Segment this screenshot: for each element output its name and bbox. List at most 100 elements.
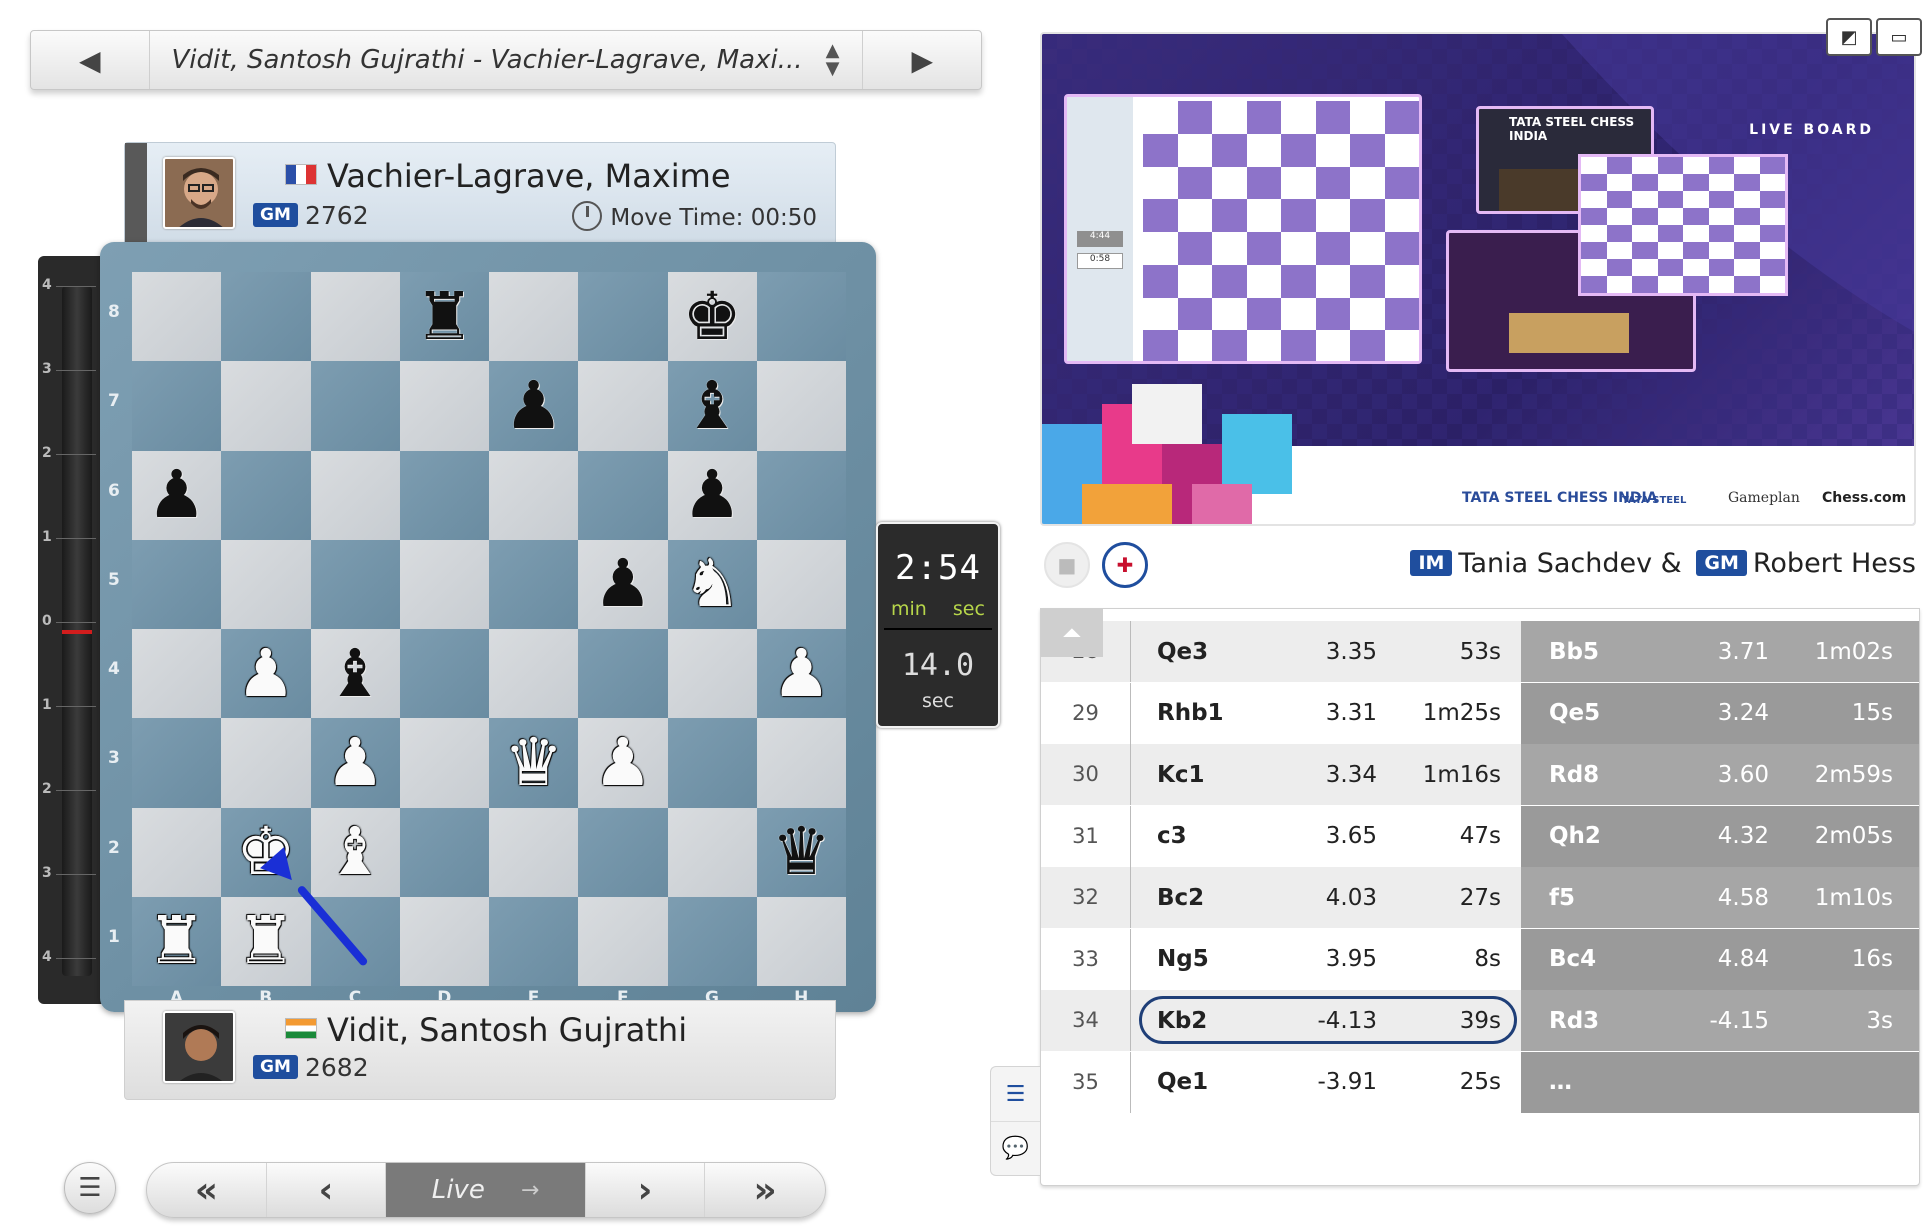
chess-board[interactable]: ♜ ♚ ♟ ♝ ♟ ♟ ♟ ♞ ♟ ♝ ♟ ♟ ♛ ♟ ♚ ♝ ♛ ♜ ♜ bbox=[132, 272, 846, 986]
square-a3[interactable] bbox=[132, 718, 222, 808]
square-c4[interactable]: ♝ bbox=[310, 629, 400, 719]
square-a1[interactable]: ♜ bbox=[132, 896, 222, 986]
next-game-button[interactable]: ▶ bbox=[863, 31, 981, 89]
square-e2[interactable] bbox=[489, 807, 579, 897]
square-b4[interactable]: ♟ bbox=[221, 629, 311, 719]
white-move-cell[interactable]: Kc1 3.34 1m16s bbox=[1131, 744, 1521, 805]
move-row[interactable]: 33 Ng5 3.95 8s Bc4 4.84 16s bbox=[1041, 928, 1919, 990]
square-c5[interactable] bbox=[310, 539, 400, 629]
square-d6[interactable] bbox=[399, 450, 489, 540]
game-title-dropdown[interactable]: Vidit, Santosh Gujrathi - Vachier-Lagrav… bbox=[148, 31, 864, 89]
first-move-button[interactable]: « bbox=[147, 1163, 267, 1217]
black-move[interactable]: f5 bbox=[1549, 885, 1669, 911]
square-g8[interactable]: ♚ bbox=[667, 272, 757, 362]
square-b6[interactable] bbox=[221, 450, 311, 540]
white-move[interactable]: Ng5 bbox=[1157, 946, 1277, 972]
black-bishop-icon[interactable]: ♝ bbox=[683, 372, 742, 439]
square-f6[interactable] bbox=[578, 450, 668, 540]
camera-icon[interactable]: ■ bbox=[1044, 542, 1090, 588]
black-move[interactable]: Qh2 bbox=[1549, 823, 1669, 849]
black-move[interactable]: Rd3 bbox=[1549, 1008, 1669, 1034]
white-pawn-icon[interactable]: ♟ bbox=[326, 729, 385, 796]
white-move[interactable]: c3 bbox=[1157, 823, 1277, 849]
black-pawn-icon[interactable]: ♟ bbox=[504, 372, 563, 439]
square-d1[interactable] bbox=[399, 896, 489, 986]
black-move-cell[interactable]: Rd8 3.60 2m59s bbox=[1521, 744, 1919, 805]
square-b3[interactable] bbox=[221, 718, 311, 808]
black-move-cell[interactable]: … bbox=[1521, 1051, 1919, 1113]
square-b1[interactable]: ♜ bbox=[221, 896, 311, 986]
black-move[interactable]: Qe5 bbox=[1549, 700, 1669, 726]
square-h5[interactable] bbox=[756, 539, 846, 629]
square-c3[interactable]: ♟ bbox=[310, 718, 400, 808]
black-move[interactable]: … bbox=[1549, 1069, 1669, 1095]
white-move-cell[interactable]: Qe1 -3.91 25s bbox=[1131, 1052, 1521, 1113]
chat-tab[interactable]: 💬 bbox=[991, 1121, 1040, 1175]
white-king-icon[interactable]: ♚ bbox=[236, 819, 295, 885]
square-b7[interactable] bbox=[221, 361, 311, 451]
menu-button[interactable]: ☰ bbox=[64, 1162, 116, 1214]
square-g1[interactable] bbox=[667, 896, 757, 986]
square-d2[interactable] bbox=[399, 807, 489, 897]
black-rook-icon[interactable]: ♜ bbox=[415, 283, 474, 350]
square-d8[interactable]: ♜ bbox=[399, 272, 489, 362]
square-a5[interactable] bbox=[132, 539, 222, 629]
square-g2[interactable] bbox=[667, 807, 757, 897]
square-h2[interactable]: ♛ bbox=[756, 807, 846, 897]
square-c7[interactable] bbox=[310, 361, 400, 451]
square-g4[interactable] bbox=[667, 629, 757, 719]
square-b2[interactable]: ♚ bbox=[221, 807, 311, 897]
square-e8[interactable] bbox=[489, 272, 579, 362]
square-h6[interactable] bbox=[756, 450, 846, 540]
last-move-button[interactable]: » bbox=[705, 1163, 825, 1217]
square-d5[interactable] bbox=[399, 539, 489, 629]
square-h8[interactable] bbox=[756, 272, 846, 362]
square-f7[interactable] bbox=[578, 361, 668, 451]
popout-button[interactable]: ◩ bbox=[1826, 18, 1872, 56]
white-bishop-icon[interactable]: ♝ bbox=[326, 819, 385, 885]
black-pawn-icon[interactable]: ♟ bbox=[147, 462, 206, 528]
move-row[interactable]: 30 Kc1 3.34 1m16s Rd8 3.60 2m59s bbox=[1041, 744, 1919, 805]
square-c1[interactable] bbox=[310, 896, 400, 986]
black-move[interactable]: Rd8 bbox=[1549, 762, 1669, 788]
square-e4[interactable] bbox=[489, 629, 579, 719]
previous-game-button[interactable]: ◀ bbox=[31, 31, 149, 89]
square-e6[interactable] bbox=[489, 450, 579, 540]
live-button[interactable]: Live → bbox=[386, 1163, 586, 1217]
move-row[interactable]: 29 Rhb1 3.31 1m25s Qe5 3.24 15s bbox=[1041, 682, 1919, 744]
black-pawn-icon[interactable]: ♟ bbox=[593, 551, 652, 617]
square-a7[interactable] bbox=[132, 361, 222, 451]
white-rook-icon[interactable]: ♜ bbox=[236, 908, 295, 974]
square-c6[interactable] bbox=[310, 450, 400, 540]
square-a2[interactable] bbox=[132, 807, 222, 897]
white-pawn-icon[interactable]: ♟ bbox=[772, 640, 831, 707]
white-move[interactable]: Rhb1 bbox=[1157, 700, 1277, 726]
white-move-cell[interactable]: Qe3 3.35 53s bbox=[1131, 621, 1521, 682]
move-row[interactable]: 32 Bc2 4.03 27s f5 4.58 1m10s bbox=[1041, 867, 1919, 928]
black-move[interactable]: Bc4 bbox=[1549, 946, 1669, 972]
move-row[interactable]: 31 c3 3.65 47s Qh2 4.32 2m05s bbox=[1041, 805, 1919, 867]
square-f5[interactable]: ♟ bbox=[578, 539, 668, 629]
square-a6[interactable]: ♟ bbox=[132, 450, 222, 540]
black-move-cell[interactable]: f5 4.58 1m10s bbox=[1521, 867, 1919, 928]
square-f4[interactable] bbox=[578, 629, 668, 719]
white-move[interactable]: Qe1 bbox=[1157, 1069, 1277, 1095]
white-pawn-icon[interactable]: ♟ bbox=[236, 640, 295, 707]
white-rook-icon[interactable]: ♜ bbox=[147, 908, 206, 974]
black-move-cell[interactable]: Qe5 3.24 15s bbox=[1521, 682, 1919, 744]
square-f8[interactable] bbox=[578, 272, 668, 362]
white-move-cell[interactable]: Ng5 3.95 8s bbox=[1131, 929, 1521, 990]
black-king-icon[interactable]: ♚ bbox=[683, 283, 742, 350]
square-h1[interactable] bbox=[756, 896, 846, 986]
white-move-cell[interactable]: c3 3.65 47s bbox=[1131, 806, 1521, 867]
square-d7[interactable] bbox=[399, 361, 489, 451]
white-move[interactable]: Kc1 bbox=[1157, 762, 1277, 788]
fullscreen-button[interactable]: ▭ bbox=[1876, 18, 1922, 56]
white-move[interactable]: Bc2 bbox=[1157, 885, 1277, 911]
white-move-cell[interactable]: Bc2 4.03 27s bbox=[1131, 867, 1521, 928]
square-b8[interactable] bbox=[221, 272, 311, 362]
square-e7[interactable]: ♟ bbox=[489, 361, 579, 451]
white-pawn-icon[interactable]: ♟ bbox=[593, 729, 652, 796]
square-a4[interactable] bbox=[132, 629, 222, 719]
white-move-cell[interactable]: Kb2 -4.13 39s bbox=[1131, 990, 1521, 1051]
